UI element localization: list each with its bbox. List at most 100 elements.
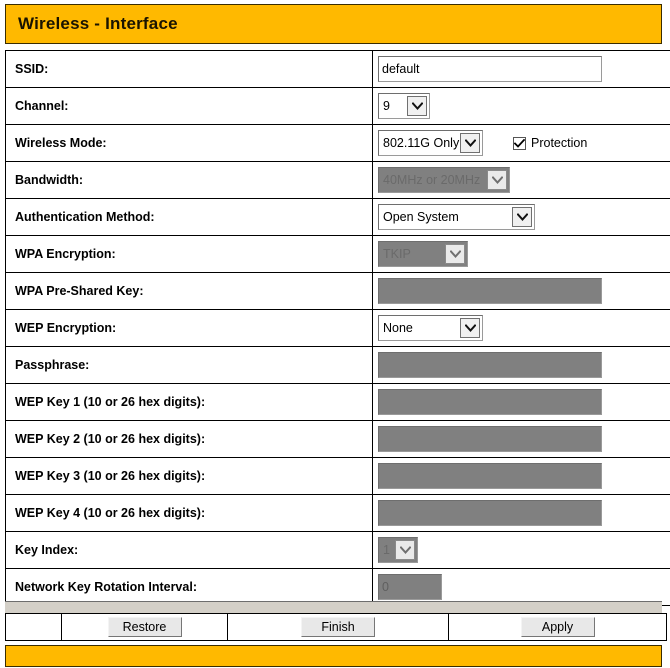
settings-row: WEP Key 1 (10 or 26 hex digits): [5,383,670,421]
chevron-down-icon [445,244,465,264]
setting-label: WEP Encryption: [15,321,117,335]
settings-row: Network Key Rotation Interval: [5,568,670,606]
setting-text-input [378,278,602,304]
setting-field-cell [372,494,670,532]
setting-label-cell: SSID: [5,50,373,88]
setting-label-cell: WEP Key 1 (10 or 26 hex digits): [5,383,373,421]
restore-button[interactable]: Restore [107,617,182,637]
setting-field-cell [372,420,670,458]
setting-field-cell [372,568,670,606]
protection-checkbox-group[interactable]: Protection [513,136,587,150]
setting-field-cell: 802.11G Only Protection [372,124,670,162]
settings-row: Bandwidth: 40MHz or 20MHz [5,161,670,199]
setting-label-cell: Bandwidth: [5,161,373,199]
setting-label: SSID: [15,62,49,76]
setting-label: Passphrase: [15,358,90,372]
setting-label-cell: WEP Encryption: [5,309,373,347]
chevron-down-icon [395,540,415,560]
setting-label-cell: Authentication Method: [5,198,373,236]
setting-label: WEP Key 3 (10 or 26 hex digits): [15,469,206,483]
action-button-bar: Restore Finish Apply [5,613,667,641]
setting-label: Channel: [15,99,69,113]
settings-row: WEP Key 4 (10 or 26 hex digits): [5,494,670,532]
setting-label: WEP Key 2 (10 or 26 hex digits): [15,432,206,446]
setting-text-input [378,426,602,452]
setting-select[interactable]: 802.11G Only [378,130,483,156]
settings-row: WPA Pre-Shared Key: [5,272,670,310]
protection-checkbox[interactable] [513,136,526,150]
settings-row: WEP Encryption: None [5,309,670,347]
setting-select[interactable]: Open System [378,204,535,230]
setting-label-cell: Channel: [5,87,373,125]
select-value: None [383,321,413,335]
button-cell-apply: Apply [448,613,667,641]
settings-row: Wireless Mode: 802.11G Only Protection [5,124,670,162]
setting-label-cell: Wireless Mode: [5,124,373,162]
setting-select: 1 [378,537,418,563]
chevron-down-icon [460,318,480,338]
page-header-bar: Wireless - Interface [5,4,662,44]
setting-field-cell: None [372,309,670,347]
setting-label: WPA Encryption: [15,247,116,261]
select-value: TKIP [383,247,411,261]
setting-label-cell: WPA Encryption: [5,235,373,273]
chevron-down-icon [460,133,480,153]
setting-text-input [378,500,602,526]
select-value: Open System [383,210,459,224]
select-value: 1 [383,543,390,557]
setting-field-cell: 1 [372,531,670,569]
setting-field-cell [372,457,670,495]
setting-label: Network Key Rotation Interval: [15,580,197,594]
chevron-down-icon [407,96,427,116]
setting-field-cell [372,383,670,421]
setting-label: WEP Key 4 (10 or 26 hex digits): [15,506,206,520]
setting-label: Wireless Mode: [15,136,107,150]
setting-select[interactable]: 9 [378,93,430,119]
select-value: 9 [383,99,390,113]
page-footer-bar [5,645,662,667]
setting-label: Authentication Method: [15,210,155,224]
apply-button[interactable]: Apply [520,617,595,637]
settings-row: Channel: 9 [5,87,670,125]
setting-label-cell: WEP Key 3 (10 or 26 hex digits): [5,457,373,495]
chevron-down-icon [487,170,507,190]
settings-row: WEP Key 2 (10 or 26 hex digits): [5,420,670,458]
router-config-page: Wireless - Interface SSID: Channel: 9 Wirel… [0,0,670,668]
setting-field-cell: 9 [372,87,670,125]
setting-label-cell: WEP Key 2 (10 or 26 hex digits): [5,420,373,458]
settings-row: Key Index: 1 [5,531,670,569]
setting-text-input [378,352,602,378]
setting-text-input[interactable] [378,56,602,82]
setting-label-cell: WPA Pre-Shared Key: [5,272,373,310]
select-value: 40MHz or 20MHz [383,173,481,187]
settings-row: Authentication Method: Open System [5,198,670,236]
setting-field-cell: Open System [372,198,670,236]
setting-label: Key Index: [15,543,79,557]
setting-label: WEP Key 1 (10 or 26 hex digits): [15,395,206,409]
button-cell-finish: Finish [227,613,449,641]
button-row: Restore Finish Apply [5,613,667,641]
setting-text-input [378,463,602,489]
setting-label: Bandwidth: [15,173,84,187]
settings-row: WEP Key 3 (10 or 26 hex digits): [5,457,670,495]
protection-checkbox-label: Protection [531,136,588,150]
chevron-down-icon [512,207,532,227]
setting-label-cell: Key Index: [5,531,373,569]
setting-label-cell: WEP Key 4 (10 or 26 hex digits): [5,494,373,532]
setting-select[interactable]: None [378,315,483,341]
finish-button[interactable]: Finish [301,617,375,637]
setting-field-cell [372,272,670,310]
wireless-settings-table: SSID: Channel: 9 Wireless Mode: 802.11G Only… [5,50,670,606]
select-value: 802.11G Only [383,136,460,150]
setting-label: WPA Pre-Shared Key: [15,284,144,298]
settings-row: SSID: [5,50,670,88]
setting-label-cell: Passphrase: [5,346,373,384]
settings-row: Passphrase: [5,346,670,384]
setting-field-cell [372,346,670,384]
button-cell-spacer-1 [5,613,62,641]
setting-field-cell: 40MHz or 20MHz [372,161,670,199]
setting-select: TKIP [378,241,468,267]
setting-field-cell: TKIP [372,235,670,273]
setting-text-input [378,574,442,600]
settings-row: WPA Encryption: TKIP [5,235,670,273]
